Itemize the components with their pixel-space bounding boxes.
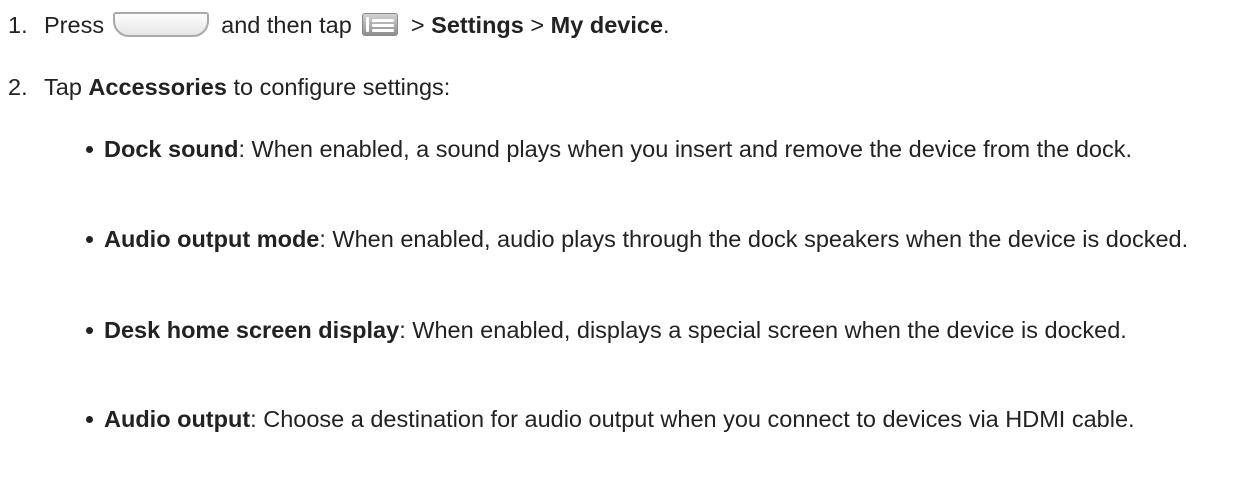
- home-key-icon: [112, 12, 209, 37]
- settings-label: Settings: [431, 12, 524, 38]
- step-text: to configure settings:: [233, 74, 451, 100]
- bullet-audio-output-mode: Audio output mode: When enabled, audio p…: [86, 224, 1224, 254]
- step-text: Tap: [44, 74, 82, 100]
- bullet-term: Audio output mode: [104, 226, 320, 252]
- bullet-dock-sound: Dock sound: When enabled, a sound plays …: [86, 134, 1224, 164]
- bullet-description: : When enabled, audio plays through the …: [319, 226, 1189, 252]
- accessories-label: Accessories: [88, 74, 227, 100]
- step-number: 1.: [8, 12, 28, 38]
- step-text: Press: [44, 12, 105, 38]
- bullet-description: : Choose a destination for audio output …: [250, 406, 1135, 432]
- bullet-dot-icon: [86, 236, 93, 243]
- bullet-term: Dock sound: [104, 136, 239, 162]
- step-2: 2. Tap Accessories to configure settings:: [8, 72, 450, 102]
- step-text: and then tap: [221, 12, 352, 38]
- menu-key-icon: [362, 13, 399, 36]
- separator: >: [410, 12, 425, 38]
- bullet-dot-icon: [86, 146, 93, 153]
- step-number: 2.: [8, 74, 28, 100]
- bullet-dot-icon: [86, 416, 93, 423]
- my-device-label: My device: [550, 12, 664, 38]
- separator: >: [530, 12, 545, 38]
- bullet-audio-output: Audio output: Choose a destination for a…: [86, 404, 1224, 434]
- step-end: .: [663, 12, 670, 38]
- bullet-dot-icon: [86, 327, 93, 334]
- bullet-description: : When enabled, displays a special scree…: [399, 317, 1127, 343]
- bullet-desk-home-screen-display: Desk home screen display: When enabled, …: [86, 315, 1224, 345]
- bullet-description: : When enabled, a sound plays when you i…: [238, 136, 1133, 162]
- bullet-term: Desk home screen display: [104, 317, 400, 343]
- bullet-term: Audio output: [104, 406, 251, 432]
- step-1: 1. Press and then tap > Settings > My dev…: [8, 10, 670, 40]
